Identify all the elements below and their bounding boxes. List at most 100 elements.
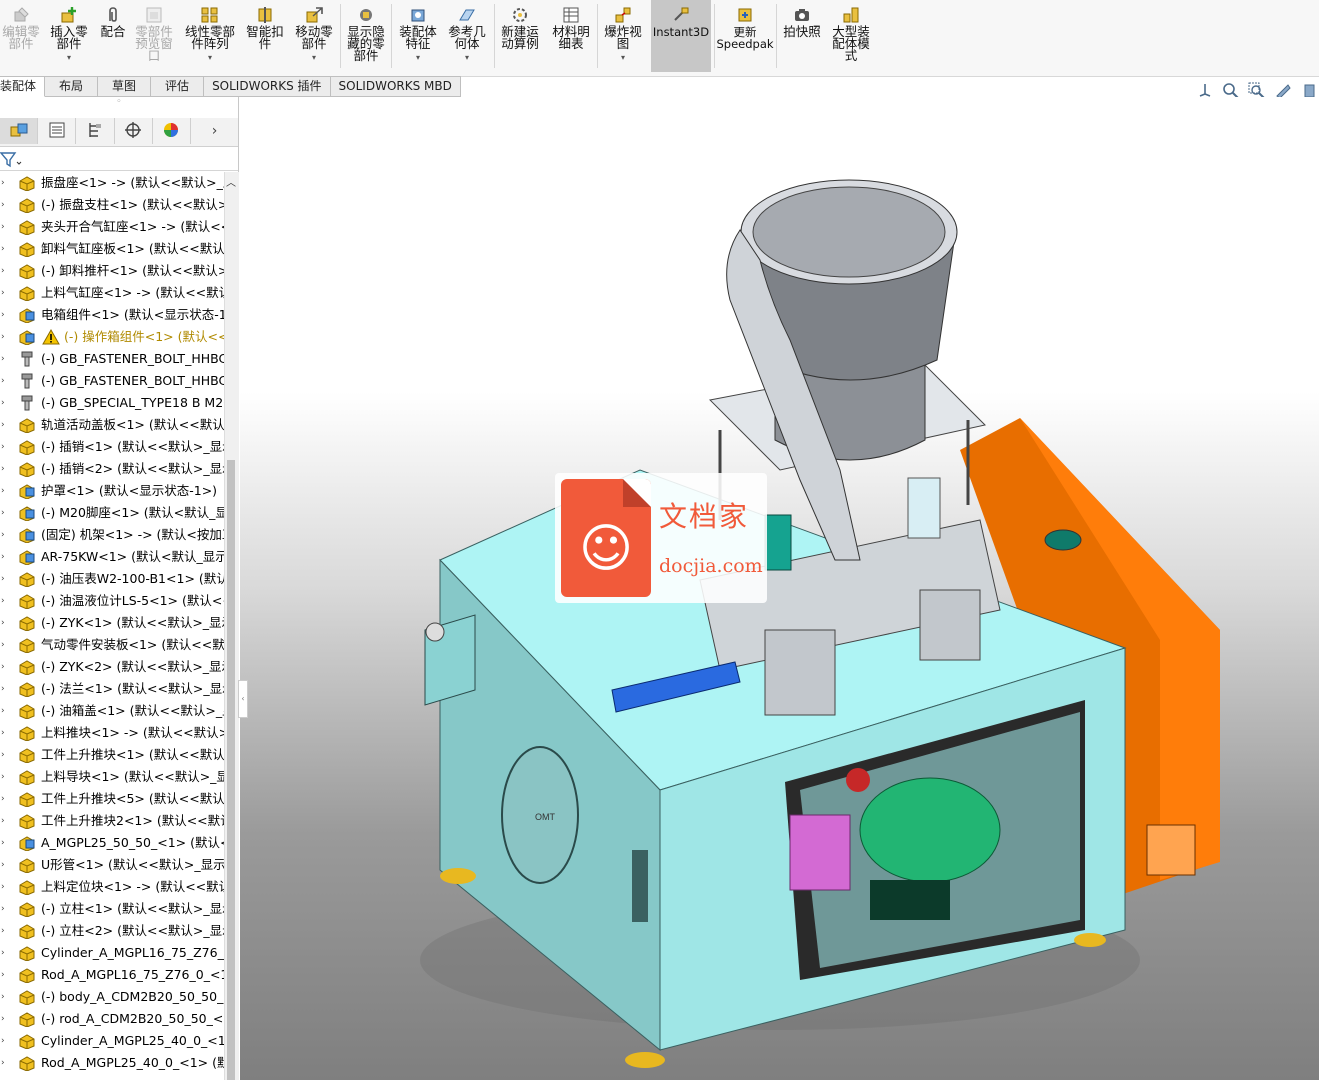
expand-arrow-icon[interactable]: › [1, 392, 5, 414]
filter-icon[interactable] [0, 150, 22, 171]
tree-item[interactable]: › 轨道活动盖板<1> (默认<<默认>_ [0, 414, 224, 436]
tree-item[interactable]: › 工件上升推块2<1> (默认<<默认> [0, 810, 224, 832]
tree-item[interactable]: › (-) 法兰<1> (默认<<默认>_显示状 [0, 678, 224, 700]
tree-item[interactable]: › (-) 插销<2> (默认<<默认>_显示状 [0, 458, 224, 480]
tree-item[interactable]: › Cylinder_A_MGPL16_75_Z76_0_< [0, 942, 224, 964]
chevron-down-icon[interactable]: ▾ [416, 52, 420, 64]
edit-component-button[interactable]: 编辑零 部件 [0, 0, 42, 72]
tree-item[interactable]: › (-) GB_FASTENER_BOLT_HHBC M [0, 370, 224, 392]
expand-arrow-icon[interactable]: › [1, 304, 5, 326]
display-manager-tab[interactable] [153, 118, 192, 144]
expand-arrow-icon[interactable]: › [1, 876, 5, 898]
tree-item[interactable]: › (-) ZYK<2> (默认<<默认>_显示状 [0, 656, 224, 678]
insert-components-button[interactable]: 插入零 部件 ▾ [46, 0, 92, 72]
tree-item[interactable]: › A_MGPL25_50_50_<1> (默认<显 [0, 832, 224, 854]
tree-item[interactable]: › U形管<1> (默认<<默认>_显示状 [0, 854, 224, 876]
assembly-features-button[interactable]: 装配体 特征 ▾ [395, 0, 441, 72]
mate-button[interactable]: 配合 [96, 0, 130, 72]
expand-arrow-icon[interactable]: › [1, 348, 5, 370]
expand-arrow-icon[interactable]: › [1, 458, 5, 480]
chevron-down-icon[interactable]: ▾ [465, 52, 469, 64]
new-motion-study-button[interactable]: 新建运 动算例 [497, 0, 543, 72]
expand-arrow-icon[interactable]: › [1, 920, 5, 942]
expand-arrow-icon[interactable]: › [1, 524, 5, 546]
expand-arrow-icon[interactable]: › [1, 744, 5, 766]
expand-arrow-icon[interactable]: › [1, 854, 5, 876]
tab-assembly[interactable]: 装配体 [0, 76, 46, 97]
expand-arrow-icon[interactable]: › [1, 634, 5, 656]
take-snapshot-button[interactable]: 拍快照 [780, 0, 824, 72]
expand-arrow-icon[interactable]: › [1, 986, 5, 1008]
expand-arrow-icon[interactable]: › [1, 656, 5, 678]
tree-item[interactable]: › (-) 油箱盖<1> (默认<<默认>_显示 [0, 700, 224, 722]
tree-item[interactable]: › (固定) 机架<1> -> (默认<按加工 [0, 524, 224, 546]
tree-item[interactable]: › AR-75KW<1> (默认<默认_显示状 [0, 546, 224, 568]
graphics-area[interactable]: OMT ☺ 文档家 docjia.com [240, 97, 1319, 1080]
expand-arrow-icon[interactable]: › [1, 568, 5, 590]
chevron-down-icon[interactable]: ▾ [67, 52, 71, 64]
expand-arrow-icon[interactable]: › [1, 832, 5, 854]
tree-item[interactable]: › 电箱组件<1> (默认<显示状态-1> [0, 304, 224, 326]
tree-item[interactable]: › 上料定位块<1> -> (默认<<默认>_ [0, 876, 224, 898]
expand-arrow-icon[interactable]: › [1, 414, 5, 436]
expand-arrow-icon[interactable]: › [1, 238, 5, 260]
expand-arrow-icon[interactable]: › [1, 194, 5, 216]
update-speedpak-button[interactable]: 更新 Speedpak [716, 0, 774, 72]
expand-arrow-icon[interactable]: › [1, 260, 5, 282]
expand-arrow-icon[interactable]: › [1, 216, 5, 238]
tree-item[interactable]: › (-) 插销<1> (默认<<默认>_显示状 [0, 436, 224, 458]
tree-item[interactable]: › 上料气缸座<1> -> (默认<<默认>_ [0, 282, 224, 304]
linear-component-pattern-button[interactable]: 线性零部 件阵列 ▾ [180, 0, 240, 72]
tree-item[interactable]: › 振盘座<1> -> (默认<<默认>_显示 [0, 172, 224, 194]
expand-arrow-icon[interactable]: › [1, 370, 5, 392]
tree-item[interactable]: › (-) 立柱<1> (默认<<默认>_显示状 [0, 898, 224, 920]
tree-item[interactable]: › (-) GB_SPECIAL_TYPE18 B M20- [0, 392, 224, 414]
expand-arrow-icon[interactable]: › [1, 480, 5, 502]
tree-scrollbar-thumb[interactable] [227, 460, 235, 1080]
expand-arrow-icon[interactable]: › [1, 282, 5, 304]
property-manager-tab[interactable] [38, 118, 77, 144]
tree-item[interactable]: › (-) 油压表W2-100-B1<1> (默认< [0, 568, 224, 590]
smart-fasteners-button[interactable]: 智能扣 件 [243, 0, 287, 72]
tree-item[interactable]: › 夹头开合气缸座<1> -> (默认<<默 [0, 216, 224, 238]
chevron-down-icon[interactable]: ▾ [208, 52, 212, 64]
expand-arrow-icon[interactable]: › [1, 700, 5, 722]
tree-item[interactable]: › (-) 油温液位计LS-5<1> (默认<<默 [0, 590, 224, 612]
expand-arrow-icon[interactable]: › [1, 1008, 5, 1030]
tree-item[interactable]: › (-) M20脚座<1> (默认<默认_显示 [0, 502, 224, 524]
expand-arrow-icon[interactable]: › [1, 1052, 5, 1074]
show-hidden-components-button[interactable]: 显示隐 藏的零 部件 [344, 0, 388, 72]
expand-arrow-icon[interactable]: › [1, 766, 5, 788]
tab-solidworks-mbd[interactable]: SOLIDWORKS MBD [330, 76, 461, 97]
expand-arrow-icon[interactable]: › [1, 612, 5, 634]
large-assembly-mode-button[interactable]: 大型装 配体模 式 [828, 0, 874, 72]
configuration-manager-tab[interactable] [76, 118, 115, 144]
tree-item[interactable]: › (-) ZYK<1> (默认<<默认>_显示状 [0, 612, 224, 634]
tree-item[interactable]: › (-) 立柱<2> (默认<<默认>_显示状 [0, 920, 224, 942]
expand-arrow-icon[interactable]: › [1, 546, 5, 568]
more-tabs-button[interactable]: › [191, 118, 238, 144]
expand-arrow-icon[interactable]: › [1, 722, 5, 744]
instant3d-toggle[interactable]: Instant3D [651, 0, 711, 72]
panel-collapse-handle[interactable]: ‹ [238, 680, 248, 718]
bill-of-materials-button[interactable]: 材料明 细表 [548, 0, 594, 72]
tree-item[interactable]: › 工件上升推块<1> (默认<<默认>_ [0, 744, 224, 766]
tab-evaluate[interactable]: 评估 [151, 76, 205, 97]
component-preview-button[interactable]: 零部件 预览窗 口 [133, 0, 175, 72]
tree-item[interactable]: › (-) rod_A_CDM2B20_50_50_<1> [0, 1008, 224, 1030]
tree-item[interactable]: › 气动零件安装板<1> (默认<<默认 [0, 634, 224, 656]
tree-item[interactable]: › Rod_A_MGPL16_75_Z76_0_<1> [0, 964, 224, 986]
tree-item[interactable]: › (-) body_A_CDM2B20_50_50_<1 [0, 986, 224, 1008]
tab-layout[interactable]: 布局 [45, 76, 99, 97]
expand-arrow-icon[interactable]: › [1, 788, 5, 810]
tree-item[interactable]: › (-) 卸料推杆<1> (默认<<默认>_显 [0, 260, 224, 282]
tree-item[interactable]: › (-) GB_FASTENER_BOLT_HHBC M [0, 348, 224, 370]
tab-sketch[interactable]: 草图 [98, 76, 152, 97]
tree-item[interactable]: › 卸料气缸座板<1> (默认<<默认>_ [0, 238, 224, 260]
exploded-view-button[interactable]: 爆炸视 图 ▾ [600, 0, 646, 72]
tree-item[interactable]: › (-) 振盘支柱<1> (默认<<默认>_显 [0, 194, 224, 216]
expand-arrow-icon[interactable]: › [1, 172, 5, 194]
move-component-button[interactable]: 移动零 部件 ▾ [291, 0, 337, 72]
tree-item[interactable]: › Cylinder_A_MGPL25_40_0_<1> ( [0, 1030, 224, 1052]
tab-solidworks-addins[interactable]: SOLIDWORKS 插件 [204, 76, 331, 97]
